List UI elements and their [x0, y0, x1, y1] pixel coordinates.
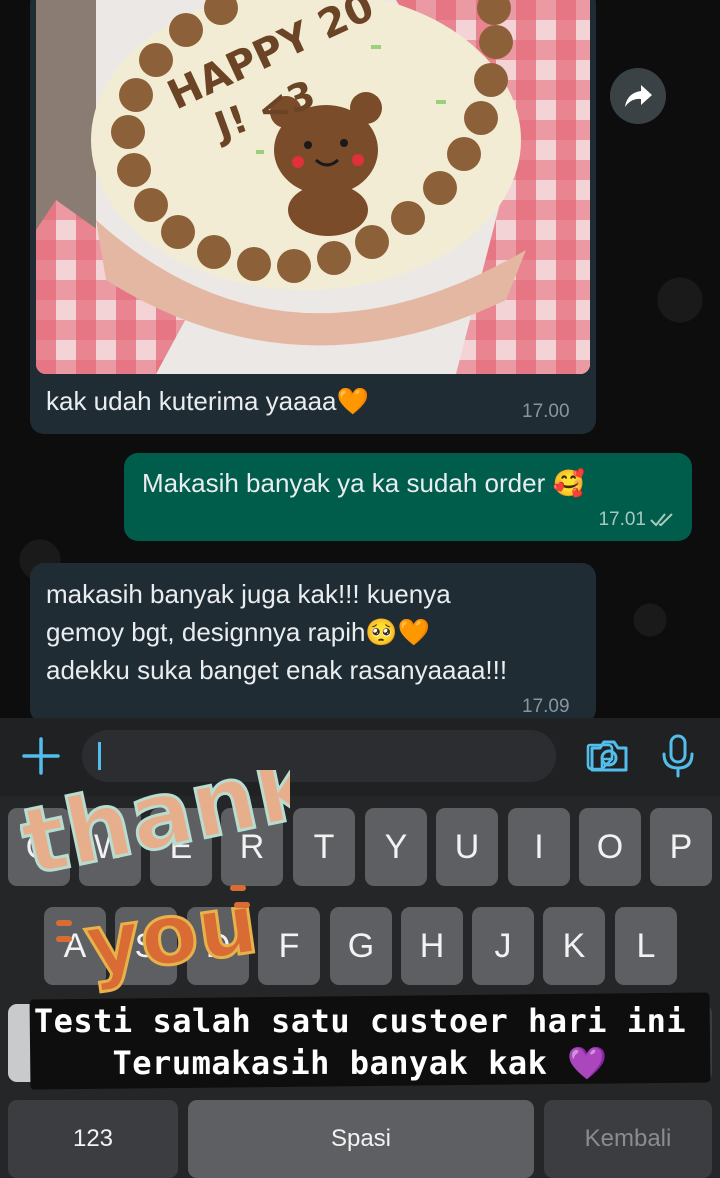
key-i[interactable]: I	[508, 808, 570, 886]
key-h[interactable]: H	[401, 907, 463, 985]
caption-overlay-line-1: Testi salah satu custoer hari ini	[33, 1002, 687, 1040]
key-g[interactable]: G	[330, 907, 392, 985]
outgoing-message-bubble[interactable]: Makasih banyak ya ka sudah order 🥰 17.01	[124, 453, 692, 541]
cake-photo[interactable]: HAPPY 20 J! <3	[36, 0, 590, 374]
key-e[interactable]: E	[150, 808, 212, 886]
numbers-key[interactable]: 123	[8, 1100, 178, 1178]
key-p[interactable]: P	[650, 808, 712, 886]
message-input-bar	[0, 718, 720, 796]
key-y[interactable]: Y	[365, 808, 427, 886]
message-line: adekku suka banget enak rasanyaaaa!!!	[46, 655, 508, 685]
key-t[interactable]: T	[293, 808, 355, 886]
camera-icon[interactable]	[588, 738, 630, 774]
key-w[interactable]: W	[79, 808, 141, 886]
incoming-message-bubble[interactable]: makasih banyak juga kak!!! kuenya gemoy …	[30, 563, 596, 723]
text-cursor	[98, 742, 101, 770]
space-key[interactable]: Spasi	[188, 1100, 534, 1178]
key-l[interactable]: L	[615, 907, 677, 985]
message-text: Makasih banyak ya ka sudah order 🥰	[142, 468, 585, 498]
forward-arrow-icon	[625, 85, 652, 107]
microphone-icon[interactable]	[660, 734, 696, 778]
forward-button[interactable]	[610, 68, 666, 124]
message-caption: kak udah kuterima yaaaa🧡	[46, 386, 369, 416]
message-time: 17.01	[598, 509, 646, 530]
key-d[interactable]: D	[187, 907, 249, 985]
key-f[interactable]: F	[258, 907, 320, 985]
message-input[interactable]	[82, 730, 614, 782]
keyboard: Q W E R T Y U I O P A S D F G H J K L Z …	[0, 796, 720, 1178]
purple-heart-emoji: 💜	[567, 1044, 608, 1082]
key-s[interactable]: S	[115, 907, 177, 985]
key-j[interactable]: J	[472, 907, 534, 985]
message-time: 17.00	[522, 401, 570, 422]
message-line: gemoy bgt, designnya rapih🥺🧡	[46, 617, 431, 647]
plus-icon[interactable]	[20, 735, 62, 777]
key-k[interactable]: K	[543, 907, 605, 985]
double-check-icon	[650, 513, 673, 527]
caption-overlay-line-2: Terumakasih banyak kak 💜	[0, 1044, 720, 1082]
message-text: makasih banyak juga kak!!! kuenya gemoy …	[46, 575, 586, 689]
return-key[interactable]: Kembali	[544, 1100, 712, 1178]
caption-overlay-text: Terumakasih banyak kak	[112, 1044, 548, 1082]
key-r[interactable]: R	[221, 808, 283, 886]
key-o[interactable]: O	[579, 808, 641, 886]
key-u[interactable]: U	[436, 808, 498, 886]
key-a[interactable]: A	[44, 907, 106, 985]
message-time: 17.09	[522, 696, 570, 717]
message-line: makasih banyak juga kak!!! kuenya	[46, 579, 451, 609]
message-meta: 17.01	[598, 509, 676, 531]
key-q[interactable]: Q	[8, 808, 70, 886]
